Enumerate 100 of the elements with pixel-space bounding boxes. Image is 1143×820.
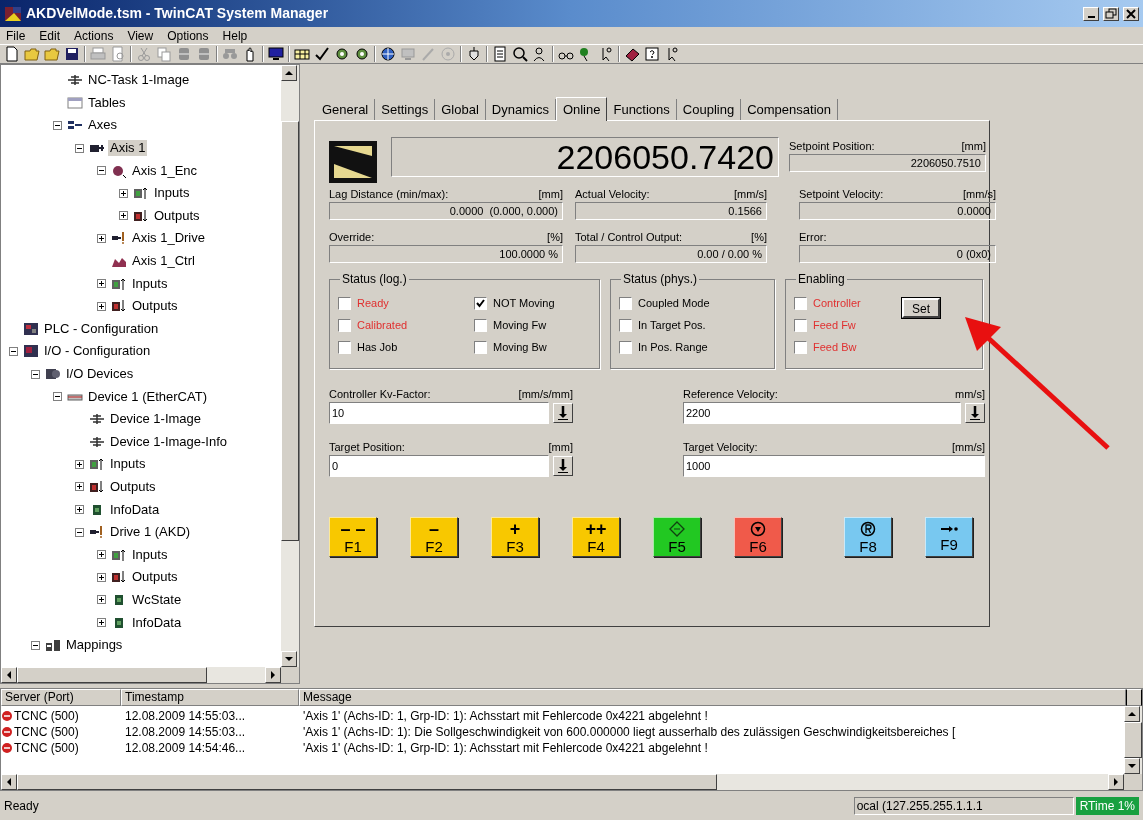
expander-icon[interactable] <box>97 166 106 176</box>
scroll-up-button[interactable] <box>1124 706 1140 722</box>
tab[interactable]: Compensation <box>741 99 838 120</box>
expander-icon[interactable] <box>75 505 84 515</box>
expander-icon[interactable] <box>75 459 84 469</box>
minimize-button[interactable] <box>1083 6 1099 21</box>
tab[interactable]: Functions <box>607 99 677 120</box>
tree-item[interactable]: Axes <box>86 117 119 134</box>
function-key[interactable]: – F2 <box>410 517 458 557</box>
expander-icon[interactable] <box>97 572 106 582</box>
function-key[interactable]: ++ F4 <box>572 517 620 557</box>
save-icon[interactable] <box>64 46 80 62</box>
expander-icon[interactable] <box>97 301 106 311</box>
expander-icon[interactable] <box>97 279 106 289</box>
expander-icon[interactable] <box>97 595 106 605</box>
scroll-right-button[interactable] <box>265 667 281 683</box>
scroll-thumb[interactable] <box>281 121 299 541</box>
expander-icon[interactable] <box>75 143 84 153</box>
menu-item[interactable]: View <box>127 29 154 42</box>
grid-icon[interactable] <box>294 46 310 62</box>
tree-item[interactable]: Axis 1 <box>108 140 148 157</box>
function-key[interactable]: – – F1 <box>329 517 377 557</box>
plug-icon[interactable] <box>466 46 482 62</box>
expander-icon[interactable] <box>9 346 18 356</box>
expander-icon[interactable] <box>97 233 106 243</box>
expander-icon[interactable] <box>75 482 84 492</box>
expander-icon[interactable] <box>119 188 128 198</box>
menu-item[interactable]: Actions <box>74 29 114 42</box>
restore-button[interactable] <box>1103 6 1119 21</box>
checkbox[interactable] <box>794 318 807 332</box>
tree-item[interactable]: Outputs <box>130 298 180 315</box>
input-field[interactable]: 1000 <box>683 455 985 477</box>
tree-item[interactable]: InfoData <box>108 501 162 518</box>
scrollbar[interactable] <box>1 667 299 683</box>
monitor-icon[interactable] <box>268 46 284 62</box>
function-key[interactable]: F6 <box>734 517 782 557</box>
tree-item[interactable]: WcState <box>130 591 184 608</box>
tree-item[interactable]: Axis 1_Enc <box>130 162 200 179</box>
column-header[interactable]: Timestamp <box>121 689 299 706</box>
scroll-right-button[interactable] <box>1108 774 1124 790</box>
tree-item[interactable]: NC-Task 1-Image <box>86 72 192 89</box>
expander-icon[interactable] <box>31 369 40 379</box>
tree-item[interactable]: Drive 1 (AKD) <box>108 524 193 541</box>
function-key[interactable]: F5 <box>653 517 701 557</box>
checkbox[interactable] <box>338 318 351 332</box>
tree-item[interactable]: InfoData <box>130 614 184 631</box>
scroll-thumb[interactable] <box>1124 722 1142 758</box>
scroll-thumb[interactable] <box>17 774 717 790</box>
column-header[interactable]: Message <box>299 689 1126 706</box>
expander-icon[interactable] <box>31 640 40 650</box>
tab[interactable]: Dynamics <box>485 99 556 120</box>
tree-item[interactable]: Inputs <box>108 456 148 473</box>
checkbox[interactable] <box>474 340 487 354</box>
checkbox[interactable] <box>338 340 351 354</box>
page-icon[interactable] <box>4 46 20 62</box>
search-icon[interactable] <box>512 46 528 62</box>
checkbox[interactable] <box>474 296 487 310</box>
tree-item[interactable]: Device 1-Image <box>108 411 204 428</box>
scroll-up-button[interactable] <box>281 65 297 81</box>
tab[interactable]: Global <box>435 99 486 120</box>
function-key[interactable]: F8 <box>844 517 892 557</box>
globe-icon[interactable] <box>380 46 396 62</box>
tree-item[interactable]: Outputs <box>152 207 202 224</box>
checkbox[interactable] <box>619 296 632 310</box>
tree-item[interactable]: Device 1-Image-Info <box>108 433 230 450</box>
expander-icon[interactable] <box>119 211 128 221</box>
expander-icon[interactable] <box>97 550 106 560</box>
expander-icon[interactable] <box>53 121 62 130</box>
tree-item[interactable]: Device 1 (EtherCAT) <box>86 388 209 405</box>
menu-item[interactable]: Options <box>167 29 209 42</box>
expander-icon[interactable] <box>53 392 62 402</box>
tree-item[interactable]: Axis 1_Ctrl <box>130 253 197 270</box>
tab[interactable]: Coupling <box>676 99 742 120</box>
tree-item[interactable]: I/O Devices <box>64 366 136 382</box>
document-icon[interactable] <box>492 46 508 62</box>
scrollbar[interactable] <box>1124 706 1142 774</box>
tab[interactable]: General <box>316 99 376 120</box>
set-button[interactable]: Set <box>902 298 940 318</box>
checkbox[interactable] <box>794 296 807 310</box>
scroll-left-button[interactable] <box>1 667 17 683</box>
check-icon[interactable] <box>314 46 330 62</box>
download-button[interactable] <box>965 403 985 423</box>
close-button[interactable] <box>1123 6 1139 21</box>
checkbox[interactable] <box>474 318 487 332</box>
tree-item[interactable]: PLC - Configuration <box>42 320 161 337</box>
tab[interactable]: Online <box>555 97 608 121</box>
menu-item[interactable]: Edit <box>39 29 61 42</box>
checkbox[interactable] <box>619 340 632 354</box>
checkbox[interactable] <box>338 296 351 310</box>
scroll-left-button[interactable] <box>1 774 17 790</box>
scrollbar[interactable] <box>281 65 299 667</box>
tree-item[interactable]: Outputs <box>130 569 180 586</box>
tree-item[interactable]: Inputs <box>130 546 170 563</box>
download-button[interactable] <box>553 456 573 476</box>
tree-item[interactable]: Mappings <box>64 637 125 654</box>
scrollbar[interactable] <box>1 774 1142 790</box>
help-icon[interactable] <box>644 46 660 62</box>
tree-item[interactable]: I/O - Configuration <box>42 343 153 360</box>
tree-item[interactable]: Tables <box>86 94 128 111</box>
function-key[interactable]: + F3 <box>491 517 539 557</box>
